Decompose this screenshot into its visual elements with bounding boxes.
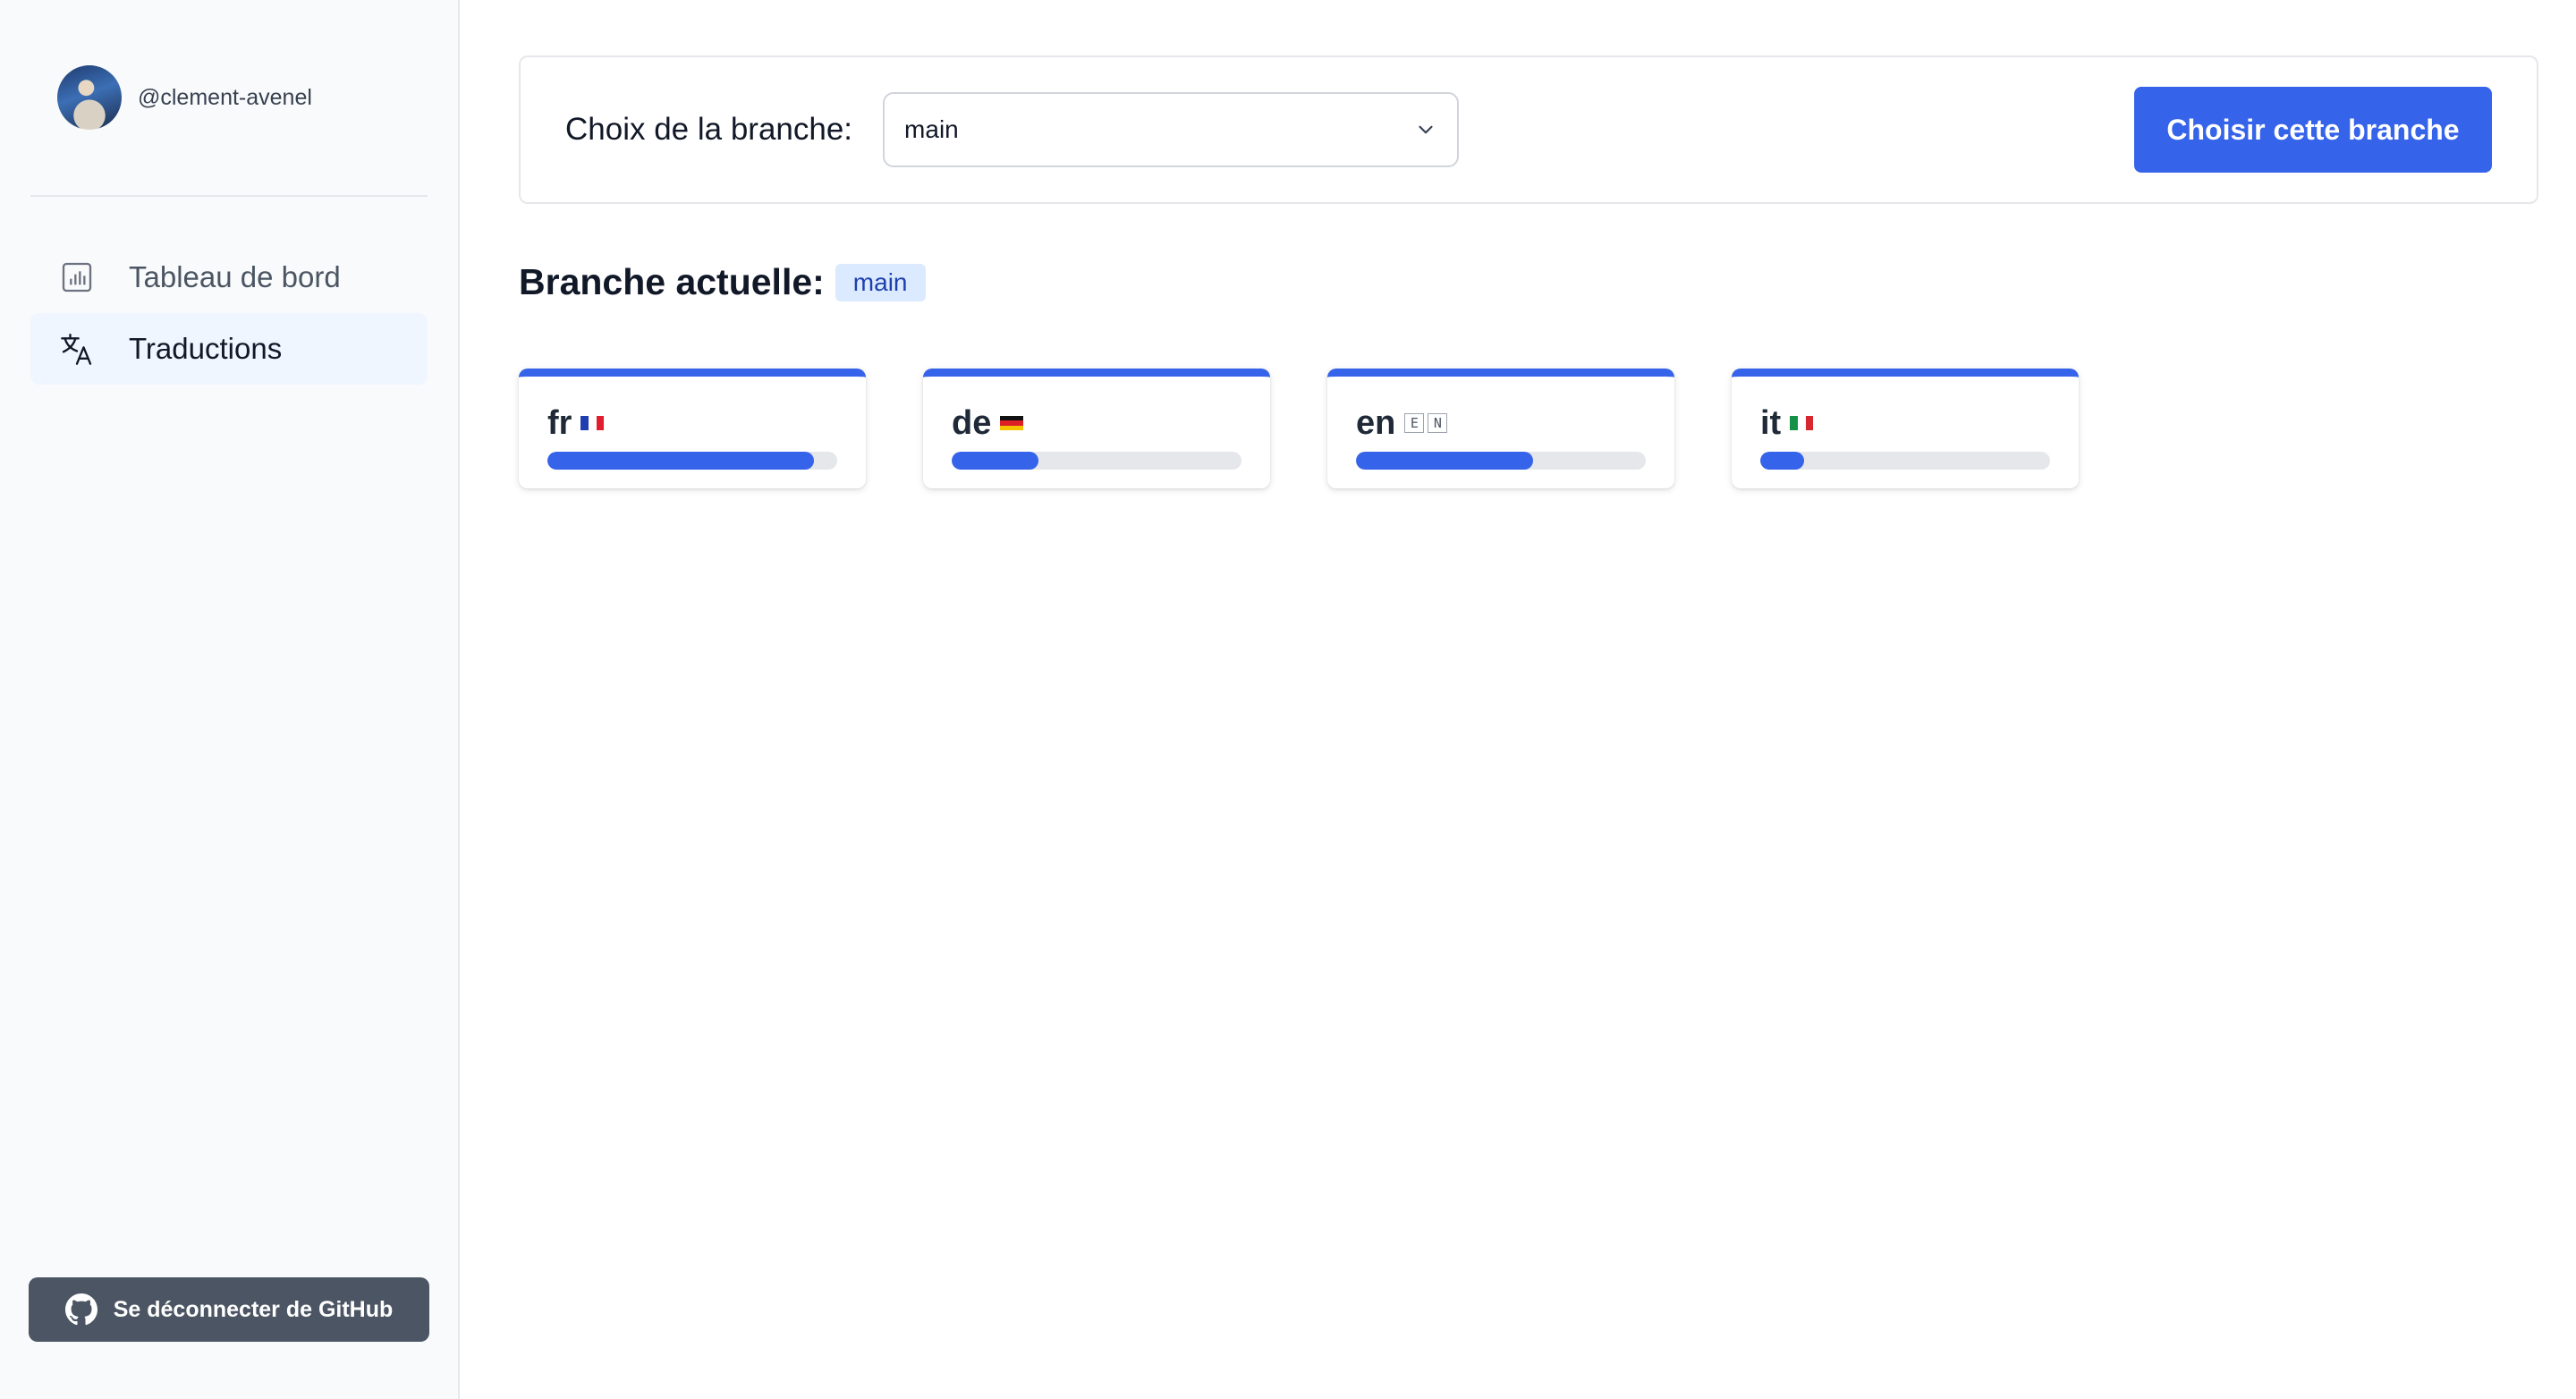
flag-letter: N	[1428, 413, 1448, 433]
sidebar-item-label: Traductions	[129, 332, 283, 365]
flag-en-icon: E N	[1404, 413, 1451, 433]
logout-label: Se déconnecter de GitHub	[113, 1296, 394, 1322]
choose-branch-button[interactable]: Choisir cette branche	[2134, 87, 2492, 173]
flag-letter: E	[1404, 413, 1425, 433]
username: @clement-avenel	[138, 84, 312, 110]
translation-progress-bar	[1356, 452, 1646, 470]
sidebar-item-dashboard[interactable]: Tableau de bord	[30, 242, 428, 313]
card-header: en E N	[1356, 403, 1646, 443]
progress-fill	[1356, 452, 1533, 470]
card-header: de	[952, 403, 1241, 443]
main-content: Choix de la branche: main Choisir cette …	[460, 0, 2576, 1399]
card-header: it	[1760, 403, 2050, 443]
current-branch-label: Branche actuelle:	[519, 261, 825, 302]
sidebar-nav: Tableau de bord Traductions	[30, 242, 428, 385]
language-code: en	[1356, 403, 1396, 442]
avatar[interactable]	[57, 65, 122, 130]
card-header: fr	[547, 403, 837, 443]
chevron-down-icon	[1419, 125, 1433, 134]
translation-progress-bar	[547, 452, 837, 470]
current-branch: Branche actuelle: main	[519, 261, 926, 303]
progress-fill	[952, 452, 1039, 470]
translate-icon	[61, 334, 92, 365]
language-code: it	[1760, 403, 1782, 442]
language-code: fr	[547, 403, 572, 442]
app: @clement-avenel Tableau de bord Traducti…	[0, 0, 2576, 1399]
current-branch-badge: main	[835, 263, 926, 301]
progress-fill	[1760, 452, 1804, 470]
progress-fill	[547, 452, 815, 470]
github-icon	[64, 1293, 97, 1326]
language-cards: fr de en E N it	[519, 369, 2136, 488]
sidebar-item-translations[interactable]: Traductions	[30, 313, 428, 385]
sidebar: @clement-avenel Tableau de bord Traducti…	[0, 0, 460, 1399]
language-card-fr[interactable]: fr	[519, 369, 866, 488]
translation-progress-bar	[952, 452, 1241, 470]
language-card-de[interactable]: de	[923, 369, 1270, 488]
branch-selector-panel: Choix de la branche: main Choisir cette …	[519, 55, 2538, 204]
branch-select-label: Choix de la branche:	[565, 112, 853, 147]
language-card-en[interactable]: en E N	[1327, 369, 1674, 488]
github-logout-button[interactable]: Se déconnecter de GitHub	[29, 1277, 429, 1342]
language-code: de	[952, 403, 992, 442]
flag-de-icon	[1000, 416, 1024, 430]
user-profile: @clement-avenel	[30, 0, 428, 197]
translation-progress-bar	[1760, 452, 2050, 470]
branch-select-value: main	[904, 115, 959, 143]
bar-chart-icon	[62, 262, 92, 293]
flag-it-icon	[1790, 416, 1814, 430]
flag-fr-icon	[580, 416, 605, 430]
sidebar-item-label: Tableau de bord	[129, 260, 341, 293]
branch-select[interactable]: main	[883, 92, 1460, 167]
language-card-it[interactable]: it	[1732, 369, 2079, 488]
